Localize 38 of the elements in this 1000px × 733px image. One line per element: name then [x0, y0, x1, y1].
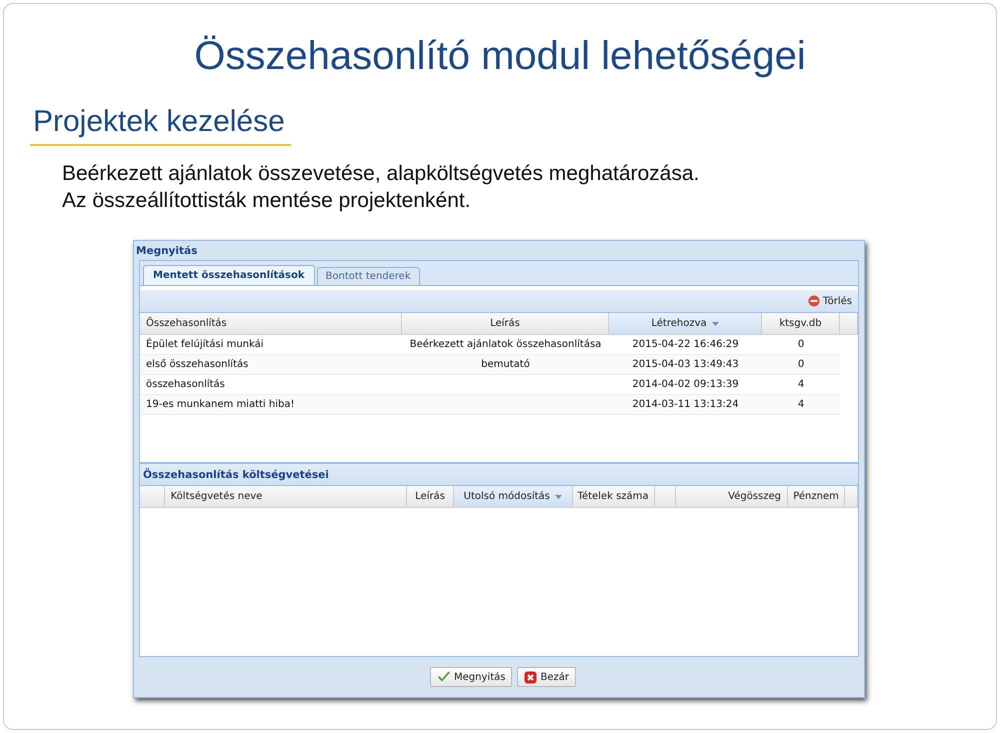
body-text: Az összeállítottisták mentése projektenként.	[62, 188, 472, 214]
slide-title: Összehasonlító modul lehetőségei	[193, 33, 807, 80]
table-cell: bemutató	[481, 359, 530, 370]
slide-subtitle: Projektek kezelése	[30, 104, 291, 146]
table-cell: 2015-04-03 13:49:43	[632, 359, 739, 370]
section-title: Összehasonlítás költségvetései	[143, 468, 329, 481]
table-cell: 4	[798, 379, 804, 390]
table-cell: Beérkezett ajánlatok összehasonlítása	[410, 339, 602, 350]
sort-arrow-icon	[554, 494, 562, 499]
close-button[interactable]: Bezár	[517, 667, 576, 687]
table-cell: 2014-03-11 13:13:24	[632, 399, 739, 410]
open-button[interactable]: Megnyitás	[430, 667, 512, 687]
column-header[interactable]: Összehasonlítás	[140, 313, 402, 334]
sort-arrow-icon	[712, 322, 719, 326]
window-title: Megnyitás	[135, 244, 198, 259]
tab[interactable]: Mentett összehasonlítások	[143, 265, 314, 285]
column-header[interactable]: Tételek száma	[572, 486, 655, 508]
column-header[interactable]: Létrehozva	[609, 313, 762, 334]
table-cell: 0	[798, 339, 804, 350]
close-icon	[524, 670, 538, 684]
column-header[interactable]: ktsgv.db	[762, 313, 840, 334]
table-cell: Épület felújítási munkái	[146, 339, 264, 350]
minus-circle-icon	[808, 295, 820, 307]
check-icon	[437, 671, 452, 683]
table-cell: 4	[798, 399, 804, 410]
tab[interactable]: Bontott tenderek	[316, 267, 420, 285]
table-cell: első összehasonlítás	[146, 359, 248, 370]
table-cell: 0	[798, 359, 804, 370]
table-cell: 19-es munkanem miatti hiba!	[146, 399, 294, 410]
delete-button[interactable]: Törlés	[808, 293, 852, 309]
column-header[interactable]: Végösszeg	[676, 486, 788, 508]
table-cell: összehasonlítás	[146, 379, 225, 390]
column-header[interactable]: Utolsó módosítás	[454, 486, 573, 508]
table-cell: 2015-04-22 16:46:29	[632, 339, 739, 350]
table-cell: 2014-04-02 09:13:39	[632, 379, 739, 390]
body-text: Beérkezett ajánlatok összevetése, alapköltségvetés meghatározása.	[62, 161, 700, 187]
column-header[interactable]: Pénznem	[788, 486, 846, 508]
column-header[interactable]: Költségvetés neve	[164, 486, 408, 508]
